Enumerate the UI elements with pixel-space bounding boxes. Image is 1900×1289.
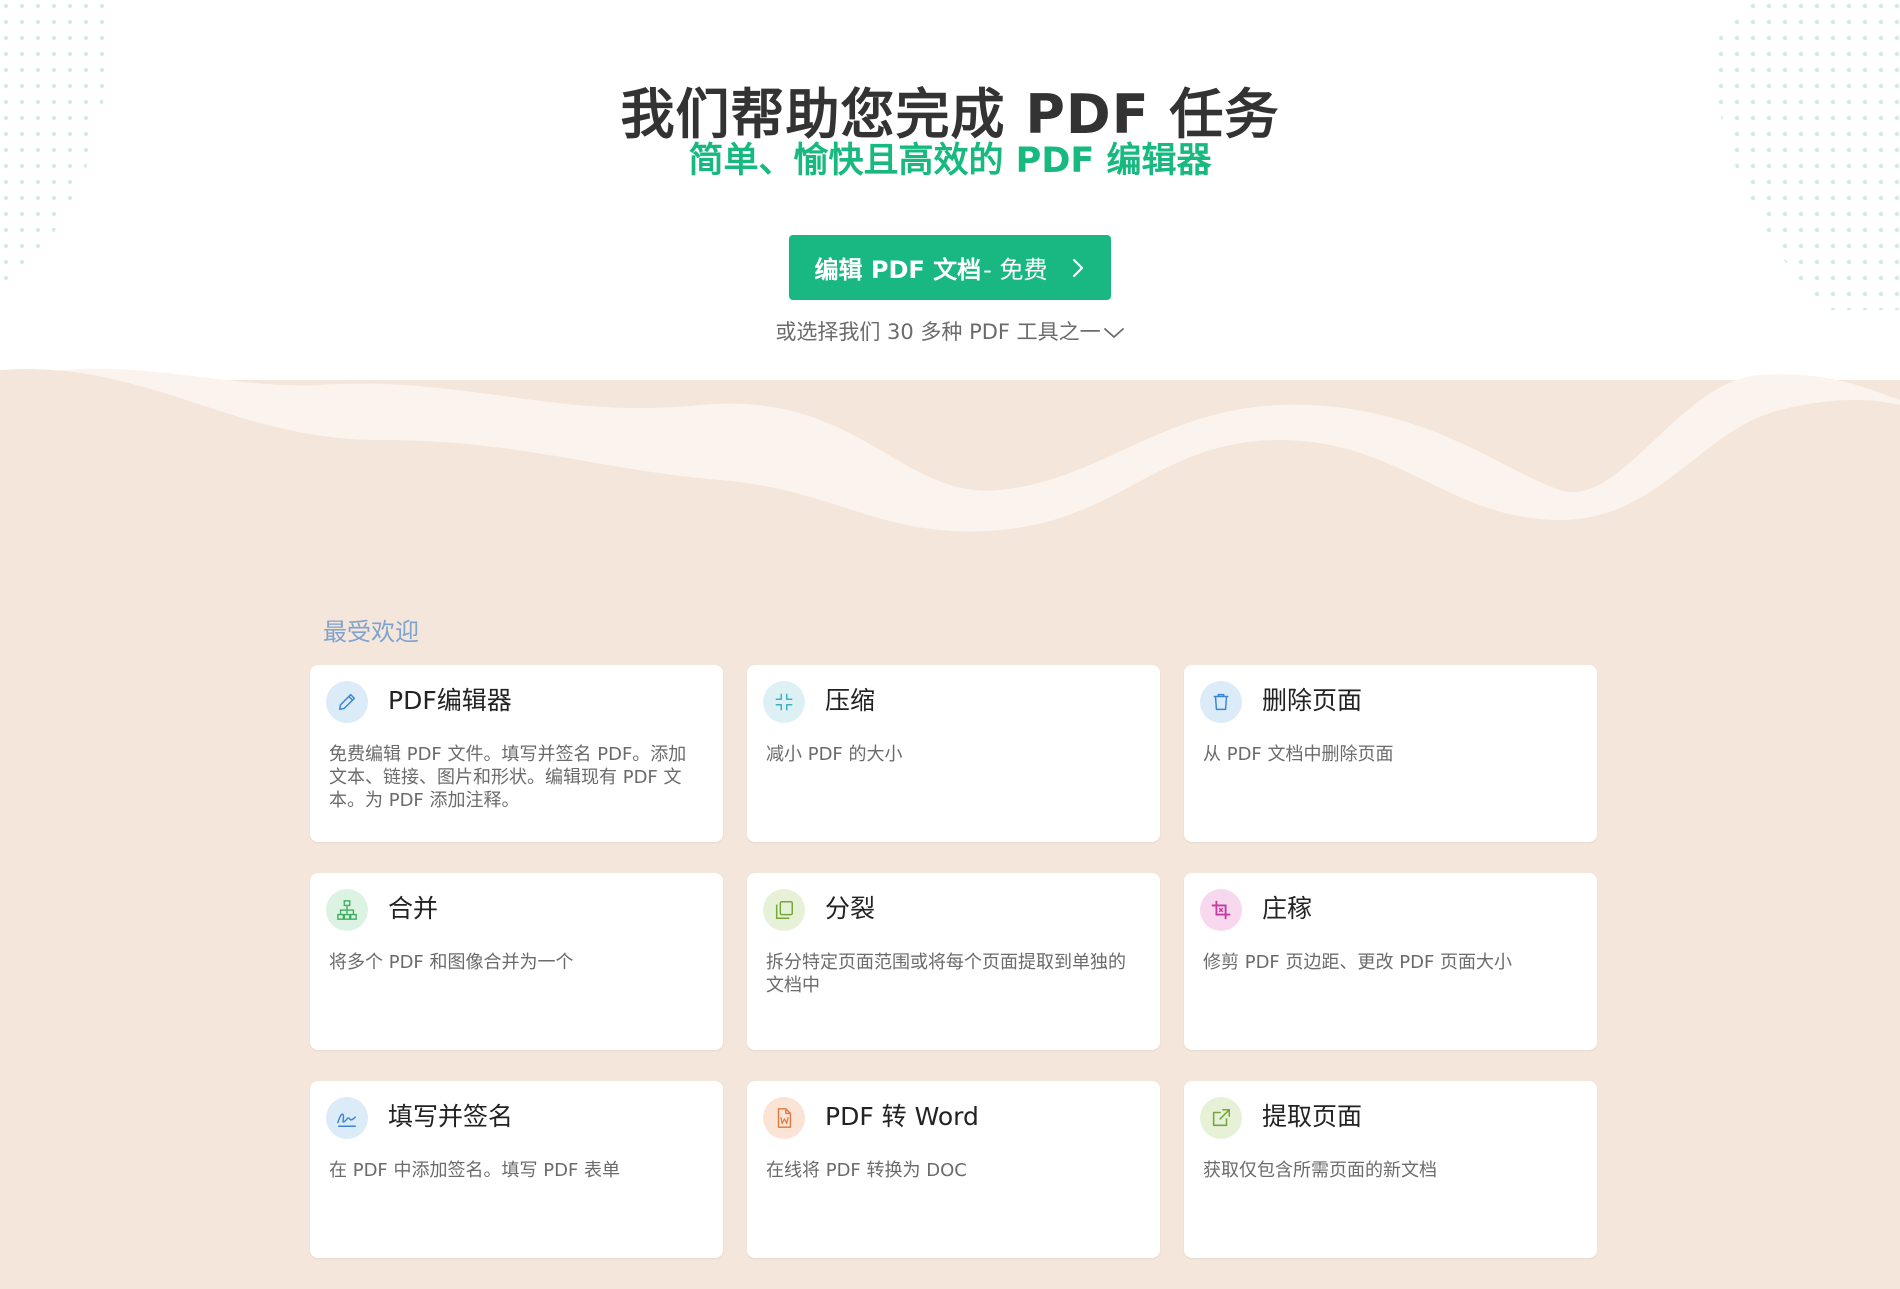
tool-card-description: 拆分特定页面范围或将每个页面提取到单独的文档中 <box>766 952 1126 996</box>
tool-card-description: 修剪 PDF 页边距、更改 PDF 页面大小 <box>1203 952 1513 973</box>
crop-icon <box>1200 889 1242 931</box>
tool-card-title: 删除页面 <box>1262 686 1363 715</box>
tool-card-description: 减小 PDF 的大小 <box>766 744 903 765</box>
tool-card-title: 分裂 <box>825 894 876 923</box>
tool-card-description: 在线将 PDF 转换为 DOC <box>766 1160 967 1181</box>
tool-card-description: 在 PDF 中添加签名。填写 PDF 表单 <box>329 1160 621 1181</box>
tool-card-title: 庄稼 <box>1262 894 1313 923</box>
tool-card-title: 合并 <box>388 894 439 923</box>
tool-card-title: 填写并签名 <box>388 1102 514 1131</box>
signature-icon <box>326 1097 368 1139</box>
tool-card-merge[interactable]: 合并 将多个 PDF 和图像合并为一个 <box>310 873 723 1050</box>
external-link-icon <box>1200 1097 1242 1139</box>
tool-card-title: 提取页面 <box>1262 1102 1363 1131</box>
tool-card-extract-pages[interactable]: 提取页面 获取仅包含所需页面的新文档 <box>1184 1081 1597 1258</box>
chevron-right-icon <box>1073 258 1084 277</box>
edit-pdf-button-free-label: - 免费 <box>983 256 1048 284</box>
tool-card-pdf-editor[interactable]: PDF编辑器 免费编辑 PDF 文件。填写并签名 PDF。添加文本、链接、图片和… <box>310 665 723 842</box>
page-subtitle: 简单、愉快且高效的 PDF 编辑器 <box>688 141 1212 181</box>
edit-pdf-button-label: 编辑 PDF 文档 <box>814 256 982 284</box>
tool-card-pdf-to-word[interactable]: PDF 转 Word 在线将 PDF 转换为 DOC <box>747 1081 1160 1258</box>
trash-icon <box>1200 681 1242 723</box>
tool-card-title: PDF 转 Word <box>825 1102 979 1131</box>
tool-card-delete-pages[interactable]: 删除页面 从 PDF 文档中删除页面 <box>1184 665 1597 842</box>
tool-card-crop[interactable]: 庄稼 修剪 PDF 页边距、更改 PDF 页面大小 <box>1184 873 1597 1050</box>
tool-card-split[interactable]: 分裂 拆分特定页面范围或将每个页面提取到单独的文档中 <box>747 873 1160 1050</box>
wave-divider <box>0 368 1900 560</box>
tool-card-compress[interactable]: 压缩 减小 PDF 的大小 <box>747 665 1160 842</box>
chevron-down-icon <box>1103 328 1124 338</box>
sitemap-icon <box>326 889 368 931</box>
tool-card-fill-sign[interactable]: 填写并签名 在 PDF 中添加签名。填写 PDF 表单 <box>310 1081 723 1258</box>
tool-card-description: 将多个 PDF 和图像合并为一个 <box>329 952 574 973</box>
compress-icon <box>763 681 805 723</box>
choose-tools-link[interactable]: 或选择我们 30 多种 PDF 工具之一 <box>0 316 1900 346</box>
tool-card-title: PDF编辑器 <box>388 686 512 715</box>
tool-card-title: 压缩 <box>825 686 876 715</box>
tool-card-description: 免费编辑 PDF 文件。填写并签名 PDF。添加文本、链接、图片和形状。编辑现有… <box>329 744 687 811</box>
word-file-icon <box>763 1097 805 1139</box>
tool-card-description: 从 PDF 文档中删除页面 <box>1203 744 1394 765</box>
edit-pdf-button[interactable]: 编辑 PDF 文档 - 免费 <box>789 235 1111 300</box>
choose-tools-label: 或选择我们 30 多种 PDF 工具之一 <box>775 320 1101 344</box>
tool-card-description: 获取仅包含所需页面的新文档 <box>1203 1160 1437 1181</box>
copy-icon <box>763 889 805 931</box>
pencil-icon <box>326 681 368 723</box>
section-label-popular: 最受欢迎 <box>323 618 419 646</box>
